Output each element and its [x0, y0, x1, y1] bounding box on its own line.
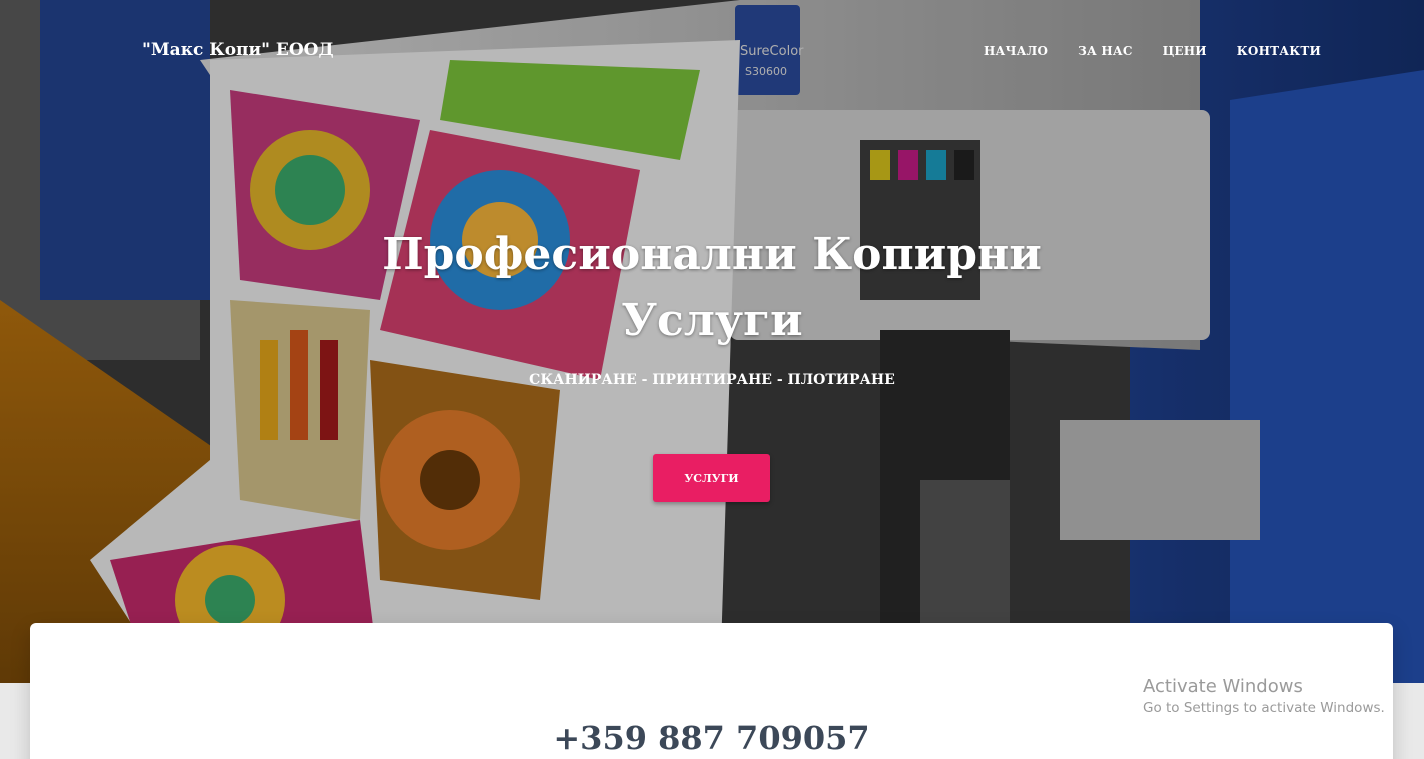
hero-subtitle: СКАНИРАНЕ - ПРИНТИРАНЕ - ПЛОТИРАНЕ	[529, 372, 895, 388]
main-nav: НАЧАЛО ЗА НАС ЦЕНИ КОНТАКТИ	[984, 44, 1321, 58]
nav-item-about[interactable]: ЗА НАС	[1078, 44, 1132, 58]
windows-activation-watermark: Activate Windows Go to Settings to activ…	[1143, 676, 1385, 718]
brand-logo-link[interactable]: "Макс Копи" ЕООД	[142, 40, 334, 60]
nav-item-prices[interactable]: ЦЕНИ	[1163, 44, 1207, 58]
hero-title-line-2: Услуги	[621, 295, 803, 346]
phone-number[interactable]: +359 887 709057	[30, 719, 1393, 757]
hero-section: SureColor S30600 "Макс Копи" ЕООД НАЧАЛО…	[0, 0, 1424, 683]
watermark-subtitle: Go to Settings to activate Windows.	[1143, 700, 1385, 716]
nav-item-home[interactable]: НАЧАЛО	[984, 44, 1048, 58]
watermark-title: Activate Windows	[1143, 676, 1303, 697]
hero-title-line-1: Професионални Копирни	[382, 229, 1042, 280]
nav-item-contacts[interactable]: КОНТАКТИ	[1237, 44, 1321, 58]
page: SureColor S30600 "Макс Копи" ЕООД НАЧАЛО…	[0, 0, 1424, 759]
hero-title: Професионални Копирни Услуги	[362, 222, 1062, 354]
services-button[interactable]: УСЛУГИ	[653, 454, 770, 502]
